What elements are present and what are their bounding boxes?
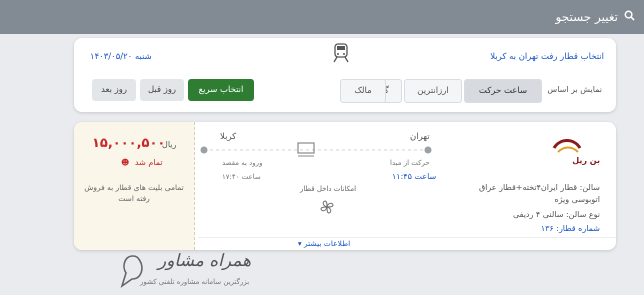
more-info-link[interactable]: اطلاعات بیشتر ▾ bbox=[224, 239, 424, 248]
quick-select-button[interactable]: انتخاب سریع bbox=[188, 79, 254, 101]
company-name: بن ریل bbox=[572, 156, 600, 165]
route-title: انتخاب قطار رفت تهران به کربلا bbox=[490, 52, 604, 62]
sold-out-label: تمام شد bbox=[134, 158, 163, 167]
amenities-label: امکانات داخل قطار bbox=[300, 185, 357, 193]
price-box: ۱۵,۰۰۰,۵۰۰ ریال تمام شد ☻ تمامی بلیت های… bbox=[74, 122, 195, 250]
hall-type: نوع سالن: سالنی ۴ ردیفی bbox=[512, 210, 600, 219]
watermark-subtitle: بزرگترین سامانه مشاوره تلفنی کشور bbox=[140, 278, 250, 286]
sold-out-message: تمامی بلیت های قطار به فروش رفته است bbox=[84, 183, 184, 203]
watermark: همراه مشاور بزرگترین سامانه مشاوره تلفنی… bbox=[118, 251, 308, 291]
sold-out-badge: تمام شد ☻ bbox=[121, 158, 163, 167]
fan-icon bbox=[320, 200, 334, 214]
route-line bbox=[200, 142, 432, 157]
currency-label: ریال bbox=[162, 140, 177, 149]
top-bar: تغییر جستجو bbox=[0, 0, 644, 34]
person-icon: ☻ bbox=[121, 158, 130, 167]
price-value: ۱۵,۰۰۰,۵۰۰ bbox=[92, 136, 166, 151]
train-icon bbox=[333, 43, 349, 63]
travel-date: شنبه ۱۴۰۳/۰۵/۲۰ bbox=[90, 52, 152, 62]
train-number: شماره قطار: ۱۳۶ bbox=[540, 224, 600, 233]
next-day-button[interactable]: روز بعد bbox=[92, 79, 136, 101]
search-icon[interactable] bbox=[624, 10, 635, 24]
chevron-down-icon: ▾ bbox=[297, 239, 302, 248]
sort-cheapest[interactable]: ارزانترین bbox=[404, 79, 462, 103]
train-description: سالن: قطار ایران۴تخته+قطار عراق اتوبوسی … bbox=[478, 183, 600, 204]
divider bbox=[198, 237, 616, 238]
sort-label: نمایش بر اساس bbox=[547, 85, 602, 94]
prev-day-button[interactable]: روز قبل bbox=[140, 79, 184, 101]
arrival-time: ساعت ۱۷:۴۰ bbox=[222, 173, 261, 181]
more-info-label: اطلاعات بیشتر bbox=[303, 239, 351, 248]
change-search-label[interactable]: تغییر جستجو bbox=[556, 10, 619, 24]
arrival-label: ورود به مقصد bbox=[222, 159, 263, 167]
company-logo bbox=[552, 139, 582, 153]
sort-departure-time[interactable]: ساعت حرکت bbox=[464, 79, 542, 103]
departure-time: ساعت ۱۱:۴۵ bbox=[392, 172, 437, 181]
train-card: ۱۵,۰۰۰,۵۰۰ ریال تمام شد ☻ تمامی بلیت های… bbox=[74, 122, 616, 250]
sort-owner[interactable]: مالک bbox=[340, 79, 386, 103]
watermark-title: همراه مشاور bbox=[158, 251, 252, 271]
departure-label: حرکت از مبدا bbox=[390, 159, 430, 167]
